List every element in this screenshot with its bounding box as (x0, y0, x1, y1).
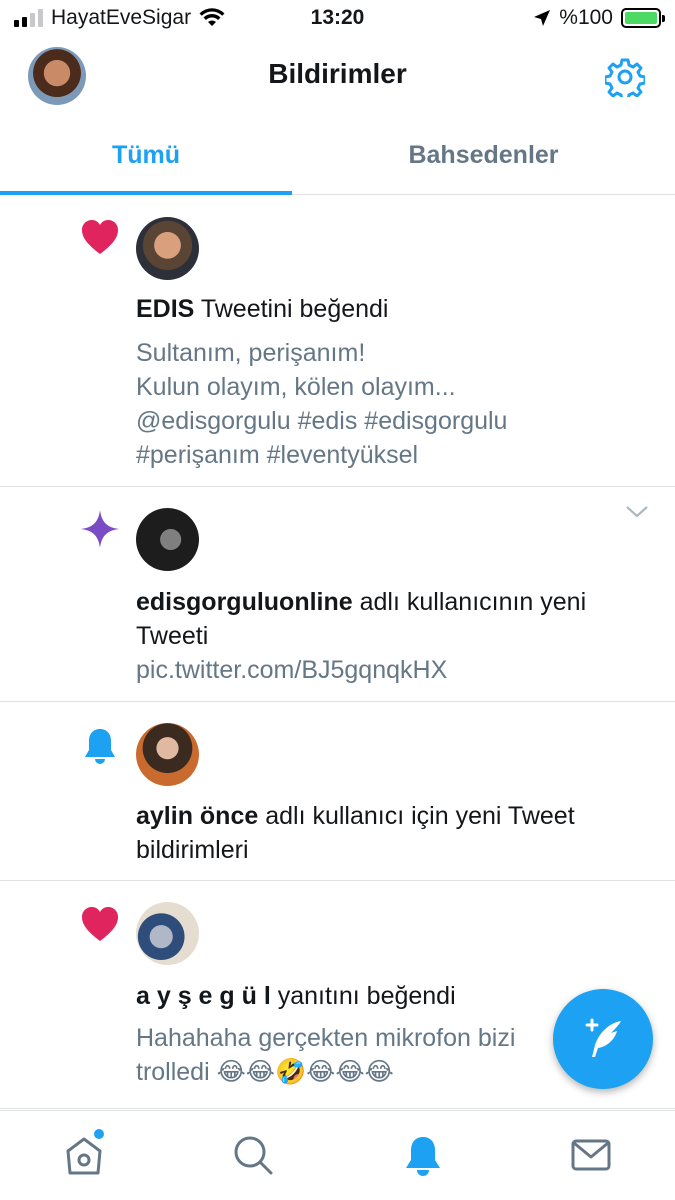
tab-all[interactable]: Tümü (0, 115, 292, 195)
user-avatar[interactable] (136, 508, 199, 571)
tweet-content: Hahahaha gerçekten mikrofon bizi trolled… (136, 1021, 575, 1089)
messages-mail-icon[interactable] (569, 1133, 613, 1177)
user-avatar[interactable] (136, 217, 199, 280)
header: Bildirimler (0, 40, 675, 115)
tweet-link[interactable]: pic.twitter.com/BJ5gqnqkHX (136, 653, 635, 687)
battery-percent: %100 (559, 6, 613, 29)
notification-action-line2: Tweeti (136, 622, 209, 650)
heart-icon (82, 220, 118, 254)
tweet-content: pic.twitter.com/BJ5gqnqkHX (136, 653, 635, 687)
user-name[interactable]: a y ş e g ü l (136, 982, 271, 1010)
status-bar: HayatEveSigar 13:20 %100 (0, 0, 675, 40)
notification-action-line2: bildirimleri (136, 836, 249, 864)
compose-tweet-button[interactable] (553, 989, 653, 1089)
bell-icon (85, 729, 115, 764)
notification-text: aylin önce adlı kullanıcı için yeni Twee… (136, 799, 635, 867)
notification-action: yanıtını beğendi (270, 982, 456, 1010)
notification-action: adlı kullanıcı için yeni Tweet (258, 802, 575, 830)
user-name[interactable]: EDIS (136, 295, 194, 323)
tweet-line: Sultanım, perişanım! (136, 339, 366, 367)
user-name[interactable]: aylin önce (136, 802, 258, 830)
notification-item[interactable]: EDIS Tweetini beğendi Sultanım, perişanı… (0, 196, 675, 487)
status-right: %100 (533, 6, 665, 30)
bottom-nav (0, 1110, 675, 1200)
battery-icon (621, 8, 665, 28)
tab-bar: Tümü Bahsedenler (0, 115, 675, 195)
user-name[interactable]: edisgorguluonline (136, 588, 353, 616)
chevron-down-icon[interactable] (625, 505, 649, 519)
notification-item[interactable]: aylin önce adlı kullanıcı için yeni Twee… (0, 702, 675, 881)
notification-text: edisgorguluonline adlı kullanıcının yeni… (136, 585, 635, 653)
notifications-bell-icon[interactable] (401, 1133, 445, 1177)
tweet-line: #perişanım #leventyüksel (136, 441, 419, 469)
notification-action: Tweetini beğendi (194, 295, 389, 323)
notification-text: a y ş e g ü l yanıtını beğendi (136, 979, 635, 1013)
notification-text: EDIS Tweetini beğendi (136, 292, 635, 326)
tweet-line: trolledi 😂😂🤣😂😂😂 (136, 1058, 394, 1086)
location-arrow-icon (534, 10, 551, 26)
home-unread-dot (94, 1129, 104, 1139)
compose-feather-icon (585, 1018, 621, 1057)
tweet-line: Kulun olayım, kölen olayım... (136, 373, 456, 401)
search-icon[interactable] (231, 1133, 275, 1177)
user-avatar[interactable] (136, 723, 199, 786)
user-avatar[interactable] (136, 902, 199, 965)
heart-icon (82, 907, 118, 941)
page-title: Bildirimler (268, 58, 407, 89)
tweet-content: Sultanım, perişanım! Kulun olayım, kölen… (136, 336, 635, 472)
notification-action: adlı kullanıcının yeni (352, 588, 587, 616)
tweet-line: Hahahaha gerçekten mikrofon bizi (136, 1024, 516, 1052)
home-icon[interactable] (62, 1133, 106, 1177)
tweet-line: @edisgorgulu #edis #edisgorgulu (136, 407, 508, 435)
settings-gear-icon[interactable] (605, 57, 645, 97)
tab-mentions[interactable]: Bahsedenler (292, 115, 675, 194)
sparkle-icon (81, 510, 119, 548)
notification-item[interactable]: edisgorguluonline adlı kullanıcının yeni… (0, 487, 675, 702)
